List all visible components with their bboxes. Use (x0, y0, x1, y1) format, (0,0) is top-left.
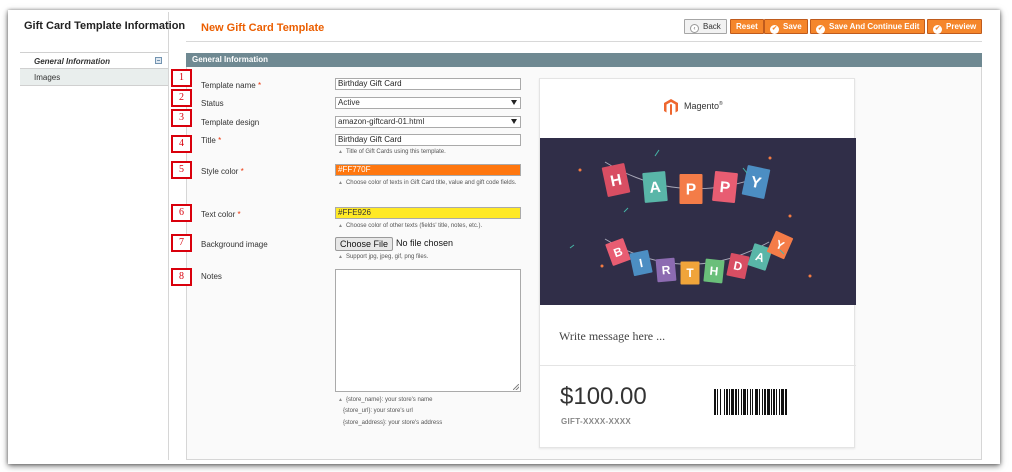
gift-value: $100.00 (560, 383, 647, 410)
status-select[interactable]: Active (335, 97, 521, 109)
section-header: General Information (186, 53, 982, 67)
note-icon: ▲ (338, 149, 343, 155)
birthday-banner-graphic: H A P P YBI R T H DAY (540, 138, 856, 305)
callout-marker-2: 2 (171, 89, 192, 107)
background-image-note: ▲ Support jpg, jpeg, gif, png files. (338, 254, 429, 260)
check-icon: ✔ (770, 25, 779, 34)
svg-text:P: P (686, 181, 696, 198)
resize-handle-icon[interactable] (513, 384, 519, 390)
notes-label: Notes (201, 272, 222, 281)
svg-text:A: A (649, 179, 662, 197)
note-icon: ▲ (338, 180, 343, 186)
header-divider (186, 41, 982, 42)
title-input[interactable]: Birthday Gift Card (335, 134, 521, 146)
back-icon: ‹ (690, 24, 699, 33)
bunting-flag-bottom-2: R (655, 257, 677, 283)
callout-marker-6: 6 (171, 204, 192, 222)
template-name-label: Template name * (201, 81, 262, 90)
svg-text:H: H (709, 264, 719, 279)
callout-marker-4: 4 (171, 135, 192, 153)
template-design-label: Template design (201, 118, 260, 127)
birthday-banner-image: HAPPYBIRTHDAY (540, 138, 856, 305)
template-name-input[interactable]: Birthday Gift Card (335, 78, 521, 90)
check-icon: ✔ (816, 25, 825, 34)
svg-text:P: P (719, 179, 731, 197)
file-status: No file chosen (396, 238, 454, 248)
sidebar-item-label: General Information (34, 57, 111, 66)
preview-label: Preview (946, 22, 977, 31)
app-frame: Gift Card Template Information General I… (0, 0, 1012, 472)
sidebar-item-label: Images (34, 73, 61, 82)
check-icon: ✔ (933, 25, 942, 34)
magento-logo: Magento® (664, 99, 723, 115)
dropdown-arrow-icon (511, 100, 517, 105)
barcode-icon (714, 389, 787, 415)
back-label: Back (703, 22, 721, 31)
notes-help-1: ▲ {store_name}: your store's name (338, 397, 433, 403)
sidebar-title: Gift Card Template Information (24, 20, 186, 32)
save-button[interactable]: ✔ Save (764, 19, 808, 34)
notes-textarea[interactable] (335, 269, 521, 392)
text-color-input[interactable]: #FFE926 (335, 207, 521, 219)
background-image-label: Background image (201, 240, 268, 249)
text-color-label: Text color * (201, 210, 241, 219)
callout-marker-5: 5 (171, 161, 192, 179)
text-color-note: ▲ Choose color of other texts (fields' ti… (338, 223, 483, 229)
title-label: Title * (201, 136, 222, 145)
note-icon: ▲ (338, 397, 343, 403)
save-and-continue-button[interactable]: ✔ Save And Continue Edit (810, 19, 926, 34)
page-title: New Gift Card Template (201, 22, 325, 34)
sidebar-item-general-information[interactable]: General Information (20, 52, 168, 69)
bunting-flag-top-3: P (712, 170, 738, 204)
note-icon: ▲ (338, 223, 343, 229)
note-icon: ▲ (338, 254, 343, 260)
save-label: Save (783, 22, 802, 31)
reset-label: Reset (736, 22, 758, 31)
preview-button[interactable]: ✔ Preview (927, 19, 983, 34)
notes-help-3: {store_address}: your store's address (343, 420, 443, 426)
template-design-select[interactable]: amazon-giftcard-01.html (335, 116, 521, 128)
callout-marker-8: 8 (171, 268, 192, 286)
gift-code: GIFT-XXXX-XXXX (561, 417, 631, 426)
back-button[interactable]: ‹ Back (684, 19, 727, 34)
sidebar-item-images[interactable]: Images (20, 69, 168, 86)
magento-icon (664, 99, 678, 115)
reset-button[interactable]: Reset (730, 19, 764, 34)
callout-marker-7: 7 (171, 234, 192, 252)
save-continue-label: Save And Continue Edit (829, 22, 920, 31)
bunting-flag-bottom-4: H (703, 258, 725, 284)
bunting-flag-top-2: P (679, 174, 703, 204)
style-color-note: ▲ Choose color of texts in Gift Card titl… (338, 180, 517, 186)
svg-text:R: R (661, 263, 671, 278)
status-label: Status (201, 99, 224, 108)
svg-text:T: T (686, 266, 694, 280)
card-divider (540, 365, 856, 366)
notes-help-2: {store_url}: your store's url (343, 408, 413, 414)
section-state-icon (155, 57, 162, 64)
bunting-flag-bottom-3: T (680, 261, 700, 285)
sidebar: Gift Card Template Information General I… (20, 12, 185, 460)
title-note: ▲ Title of Gift Cards using this template… (338, 149, 446, 155)
brand-name: Magento® (684, 101, 723, 111)
style-color-label: Style color * (201, 167, 244, 176)
bunting-flag-top-1: A (642, 171, 668, 203)
style-color-input[interactable]: #FF770F (335, 164, 521, 176)
choose-file-button[interactable]: Choose File (335, 237, 394, 251)
dropdown-arrow-icon (511, 119, 517, 124)
gift-message: Write message here ... (559, 329, 666, 343)
callout-marker-3: 3 (171, 109, 192, 127)
callout-marker-1: 1 (171, 69, 192, 87)
gift-card-preview: Magento® HAPPYBIRTHDAY Write message her… (539, 78, 856, 448)
